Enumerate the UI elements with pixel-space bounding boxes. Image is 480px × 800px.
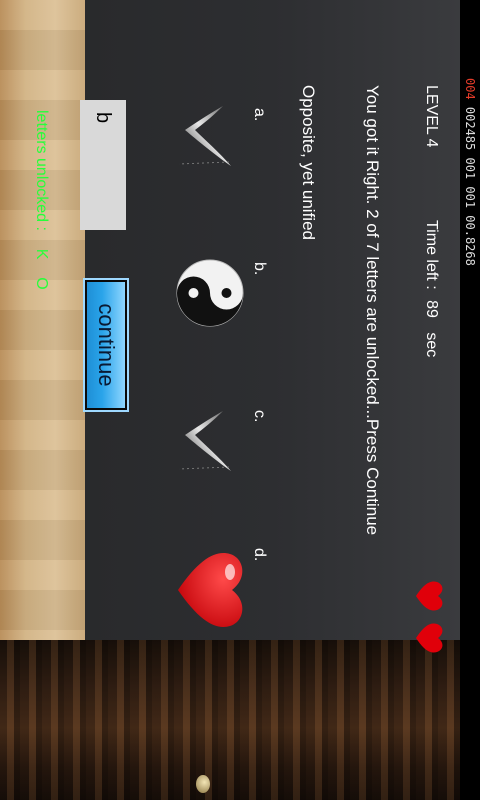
unlocked-letters: letters unlocked : K O xyxy=(32,110,50,290)
option-c-label: c. xyxy=(251,410,268,423)
door-knob xyxy=(196,775,210,793)
timer-unit: sec xyxy=(423,332,440,358)
option-c-checkmark-swoosh-icon[interactable] xyxy=(175,405,245,475)
life-heart-icon xyxy=(416,581,443,611)
option-a-checkmark-swoosh-icon[interactable] xyxy=(175,100,245,170)
status-readout: 004 002485 001 001 00.8268 xyxy=(460,0,480,800)
game-screen: LEVEL 4 Time left : 89 sec You got it Ri… xyxy=(0,0,460,800)
option-b-yin-yang-icon[interactable] xyxy=(175,258,245,328)
lives-hearts xyxy=(416,581,443,653)
status-red-prefix: 004 xyxy=(463,78,477,100)
level-label: LEVEL 4 xyxy=(423,85,440,148)
option-d-heart-icon[interactable] xyxy=(172,548,252,632)
option-b-label: b. xyxy=(251,262,268,276)
clue-text: Opposite, yet unified xyxy=(299,85,318,240)
status-bar: 004 002485 001 001 00.8268 xyxy=(460,0,480,800)
timer-label: Time left : xyxy=(423,220,440,290)
unlocked-label: letters unlocked : xyxy=(33,110,50,231)
option-d-label: d. xyxy=(251,548,268,562)
life-heart-icon xyxy=(416,623,443,653)
answer-input[interactable] xyxy=(80,100,126,230)
timer-display: Time left : 89 sec xyxy=(422,220,440,357)
status-counters: 002485 001 001 00.8268 xyxy=(463,99,477,266)
timer-value: 89 xyxy=(423,300,440,318)
result-message: You got it Right. 2 of 7 letters are unl… xyxy=(363,85,382,536)
continue-button[interactable]: continue xyxy=(84,273,128,417)
background-wood-floor xyxy=(0,0,85,650)
background-wall xyxy=(85,0,460,640)
background-door xyxy=(0,640,460,800)
unlocked-letters-value: K O xyxy=(33,248,50,290)
option-a-label: a. xyxy=(251,108,268,122)
